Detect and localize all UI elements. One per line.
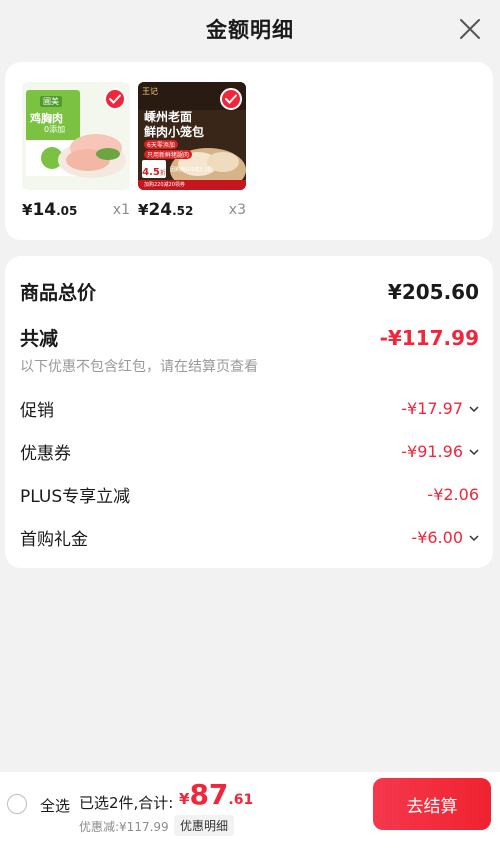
checked-icon[interactable] (104, 88, 126, 110)
coupon-label: 优惠券 (20, 444, 71, 464)
total-price-value: ¥205.60 (387, 279, 479, 304)
coupon-row[interactable]: 优惠券 -¥91.96 (20, 439, 479, 464)
product-quantity: x3 (228, 202, 246, 218)
total-price-row: 商品总价 ¥205.60 (20, 278, 479, 305)
product-price: ¥24.52 (138, 200, 194, 220)
discount-note: 以下优惠不包含红包，请在结算页查看 (20, 359, 258, 375)
promo-row[interactable]: 促销 -¥17.97 (20, 396, 479, 421)
thumb-tag-2: 只用新鲜猪腿肉 (144, 150, 193, 159)
product-thumbnail[interactable]: 王记 嵊州老面 鲜肉小笼包 6天零添加 只用新鲜猪腿肉 4.5折 团购满100享… (138, 82, 246, 190)
total-reduce-value: -¥117.99 (379, 325, 479, 350)
checked-icon[interactable] (220, 88, 242, 110)
product-brand-badge: 圃美 (40, 96, 62, 107)
product-list: 圃美 鸡胸肉 0添加 ¥14.05 x1 王记 嵊州老面 鲜肉小笼包 6天零添加… (5, 62, 493, 240)
product-thumb-sub: 0添加 (44, 125, 66, 134)
coupon-value: -¥91.96 (401, 442, 479, 461)
product-thumbnail[interactable]: 圃美 鸡胸肉 0添加 (22, 82, 130, 190)
total-reduce-row: 共减 -¥117.99 (20, 324, 479, 351)
chevron-down-icon[interactable] (469, 405, 479, 413)
first-purchase-label: 首购礼金 (20, 530, 88, 550)
price-summary: 商品总价 ¥205.60 共减 -¥117.99 以下优惠不包含红包，请在结算页… (5, 256, 493, 568)
close-icon[interactable] (458, 17, 482, 41)
total-reduce-label: 共减 (20, 328, 59, 350)
plus-discount-value: -¥2.06 (427, 485, 479, 504)
discount-summary: 优惠减:¥117.99 (79, 820, 169, 834)
product-item[interactable]: 王记 嵊州老面 鲜肉小笼包 6天零添加 只用新鲜猪腿肉 4.5折 团购满100享… (138, 82, 246, 220)
thumb-price-box: 4.5折 (142, 160, 166, 178)
plus-discount-row: PLUS专享立减 -¥2.06 (20, 482, 479, 507)
first-purchase-value: -¥6.00 (411, 528, 479, 547)
selected-info: 已选2件,合计: (79, 794, 174, 812)
discount-detail-button[interactable]: 优惠明细 (174, 815, 235, 836)
thumb-tag-1: 6天零添加 (144, 140, 178, 149)
product-price: ¥14.05 (22, 200, 78, 220)
page-title: 金额明细 (206, 18, 294, 42)
select-all-label[interactable]: 全选 (40, 795, 70, 816)
chevron-down-icon[interactable] (469, 448, 479, 456)
promo-value: -¥17.97 (401, 399, 479, 418)
select-all-radio[interactable] (7, 794, 27, 814)
product-quantity: x1 (112, 202, 130, 218)
thumb-footnote-2: 加购220减20领券 (144, 182, 185, 188)
product-item[interactable]: 圃美 鸡胸肉 0添加 ¥14.05 x1 (22, 82, 130, 220)
first-purchase-row[interactable]: 首购礼金 -¥6.00 (20, 525, 479, 550)
total-price-label: 商品总价 (20, 282, 97, 304)
promo-label: 促销 (20, 401, 54, 421)
thumb-footnote-1: 团购满100享5.3折 (170, 167, 213, 173)
plus-discount-label: PLUS专享立减 (20, 487, 131, 507)
checkout-button[interactable]: 去结算 (373, 778, 491, 830)
product-price-row: ¥24.52 x3 (138, 200, 246, 222)
thumb-headline-2: 鲜肉小笼包 (144, 125, 205, 139)
checkout-bar: 全选 已选2件,合计: ¥87.61 优惠减:¥117.99 优惠明细 去结算 (0, 772, 500, 855)
total-amount: ¥87.61 (179, 778, 254, 811)
brand-label: 王记 (142, 87, 158, 96)
chevron-down-icon[interactable] (469, 534, 479, 542)
product-price-row: ¥14.05 x1 (22, 200, 130, 222)
header: 金额明细 (0, 0, 500, 58)
